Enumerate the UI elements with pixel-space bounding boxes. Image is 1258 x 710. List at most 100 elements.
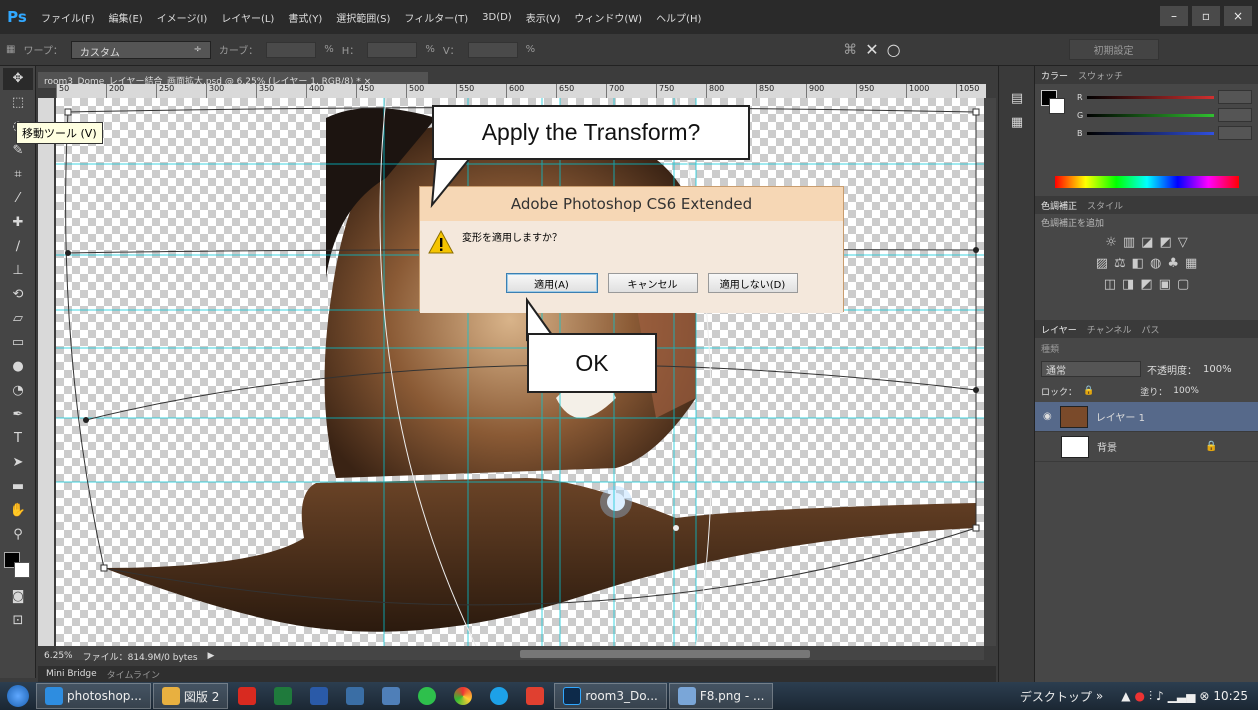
menu-help[interactable]: ヘルプ(H) <box>649 10 708 25</box>
workspace-selector[interactable]: 初期設定 <box>1068 39 1159 60</box>
rectangle-tool-icon[interactable]: ▬ <box>3 476 33 498</box>
tray-arrow-icon[interactable]: ▲ <box>1121 689 1130 703</box>
file-info[interactable]: ファイル：814.9M/0 bytes <box>83 650 198 663</box>
tab-timeline[interactable]: タイムライン <box>107 668 160 681</box>
menu-layer[interactable]: レイヤー(L) <box>214 10 281 25</box>
color-spectrum[interactable] <box>1055 176 1239 188</box>
taskbar-item-folder[interactable]: 図版 2 <box>152 683 229 709</box>
healing-brush-tool-icon[interactable]: ✚ <box>3 212 33 234</box>
network-icon[interactable]: ⫶ <box>1149 689 1152 704</box>
clone-stamp-tool-icon[interactable]: ⊥ <box>3 260 33 282</box>
v-input[interactable] <box>467 41 518 58</box>
apply-button[interactable]: 適用(A) <box>505 273 598 293</box>
opacity-value[interactable]: 100% <box>1203 364 1232 375</box>
taskbar-photos[interactable] <box>374 683 408 709</box>
tab-styles[interactable]: スタイル <box>1087 199 1123 212</box>
menu-file[interactable]: ファイル(F) <box>34 10 102 25</box>
cancel-button[interactable]: キャンセル <box>607 273 698 293</box>
fill-value[interactable]: 100% <box>1173 386 1199 396</box>
red-slider[interactable]: R <box>1077 90 1252 104</box>
crop-tool-icon[interactable]: ⌗ <box>3 164 33 186</box>
hand-tool-icon[interactable]: ✋ <box>3 500 33 522</box>
clock[interactable]: 10:25 <box>1213 689 1248 703</box>
eraser-tool-icon[interactable]: ▱ <box>3 308 33 330</box>
taskbar-item-paint[interactable]: F8.png - ... <box>668 683 774 709</box>
quick-mask-icon[interactable]: ◙ <box>3 586 33 608</box>
menu-image[interactable]: イメージ(I) <box>150 10 215 25</box>
zoom-level[interactable]: 6.25% <box>44 651 73 661</box>
taskbar-chrome[interactable] <box>446 683 480 709</box>
bg-color-chip[interactable] <box>1049 98 1065 114</box>
tab-adjustments[interactable]: 色調補正 <box>1041 199 1077 212</box>
threshold-icon[interactable]: ◩ <box>1140 277 1152 292</box>
menu-view[interactable]: 表示(V) <box>519 10 568 25</box>
menu-3d[interactable]: 3D(D) <box>475 12 519 23</box>
green-value[interactable] <box>1218 108 1252 122</box>
eye-icon[interactable]: ◉ <box>1043 411 1052 422</box>
close-button[interactable]: × <box>1224 6 1252 26</box>
layer-name[interactable]: 背景 <box>1097 439 1117 454</box>
minimize-button[interactable]: – <box>1160 6 1188 26</box>
exposure-icon[interactable]: ◩ <box>1159 235 1171 250</box>
tab-mini-bridge[interactable]: Mini Bridge <box>46 669 97 679</box>
levels-icon[interactable]: ▥ <box>1123 235 1135 250</box>
taskbar-item-ie[interactable]: photoshop... <box>36 683 151 709</box>
background-color-swatch[interactable] <box>14 562 30 578</box>
desktop-toolbar[interactable]: デスクトップ» <box>1012 683 1111 709</box>
green-slider[interactable]: G <box>1077 108 1252 122</box>
warp-style-dropdown[interactable]: カスタム ÷ <box>70 40 211 59</box>
path-selection-tool-icon[interactable]: ➤ <box>3 452 33 474</box>
tab-channels[interactable]: チャンネル <box>1087 323 1132 336</box>
cancel-transform-icon[interactable]: ✕ <box>865 40 878 59</box>
layer-name[interactable]: レイヤー 1 <box>1096 409 1145 424</box>
taskbar-pdf[interactable] <box>518 683 552 709</box>
blue-value[interactable] <box>1218 126 1252 140</box>
gradient-map-icon[interactable]: ▣ <box>1159 277 1171 292</box>
h-input[interactable] <box>367 41 418 58</box>
status-menu-arrow-icon[interactable]: ▶ <box>208 651 215 661</box>
tab-swatches[interactable]: スウォッチ <box>1078 69 1123 82</box>
curve-input[interactable] <box>266 41 317 58</box>
signal-icon[interactable]: ▁▃▅ <box>1168 689 1196 703</box>
properties-panel-icon[interactable]: ▦ <box>1002 112 1032 134</box>
filter-kind[interactable]: 種類 <box>1041 342 1059 355</box>
zoom-tool-icon[interactable]: ⚲ <box>3 524 33 546</box>
vertical-scrollbar[interactable] <box>984 98 996 646</box>
menu-edit[interactable]: 編集(E) <box>102 10 150 25</box>
vibrance-icon[interactable]: ▽ <box>1178 235 1188 250</box>
restore-button[interactable]: ▫ <box>1192 6 1220 26</box>
hue-saturation-icon[interactable]: ▨ <box>1096 256 1108 271</box>
posterize-icon[interactable]: ◨ <box>1122 277 1134 292</box>
blur-tool-icon[interactable]: ● <box>3 356 33 378</box>
tab-color[interactable]: カラー <box>1041 69 1068 82</box>
eyedropper-tool-icon[interactable]: ⁄ <box>3 188 33 210</box>
brush-tool-icon[interactable]: ∕ <box>3 236 33 258</box>
taskbar-word[interactable] <box>302 683 336 709</box>
warp-grid-icon[interactable]: ▦ <box>6 44 15 55</box>
color-balance-icon[interactable]: ⚖ <box>1114 256 1126 271</box>
pen-tool-icon[interactable]: ✒ <box>3 404 33 426</box>
commit-transform-icon[interactable]: ○ <box>887 40 901 59</box>
gradient-tool-icon[interactable]: ▭ <box>3 332 33 354</box>
power-icon[interactable]: ⊗ <box>1199 689 1209 703</box>
taskbar-excel[interactable] <box>266 683 300 709</box>
dont-apply-button[interactable]: 適用しない(D) <box>707 273 798 293</box>
taskbar-item-photoshop[interactable]: room3_Do... <box>554 683 667 709</box>
volume-icon[interactable]: ♪ <box>1156 689 1164 703</box>
tab-layers[interactable]: レイヤー <box>1041 323 1077 336</box>
warp-mode-icon[interactable]: ⌘ <box>843 42 857 58</box>
move-tool-icon[interactable]: ✥ <box>3 68 33 90</box>
history-panel-icon[interactable]: ▤ <box>1002 88 1032 110</box>
blend-mode-dropdown[interactable]: 通常 <box>1041 361 1141 377</box>
layer-row[interactable]: 背景 🔒 <box>1035 432 1258 462</box>
lock-icon[interactable]: 🔒 <box>1083 386 1094 396</box>
screen-mode-icon[interactable]: ⊡ <box>3 610 33 632</box>
tab-paths[interactable]: パス <box>1141 323 1159 336</box>
black-white-icon[interactable]: ◧ <box>1132 256 1144 271</box>
taskbar-line[interactable] <box>410 683 444 709</box>
menu-select[interactable]: 選択範囲(S) <box>329 10 397 25</box>
start-button[interactable] <box>0 683 36 709</box>
blue-slider[interactable]: B <box>1077 126 1252 140</box>
color-lookup-icon[interactable]: ▦ <box>1185 256 1197 271</box>
dodge-tool-icon[interactable]: ◔ <box>3 380 33 402</box>
